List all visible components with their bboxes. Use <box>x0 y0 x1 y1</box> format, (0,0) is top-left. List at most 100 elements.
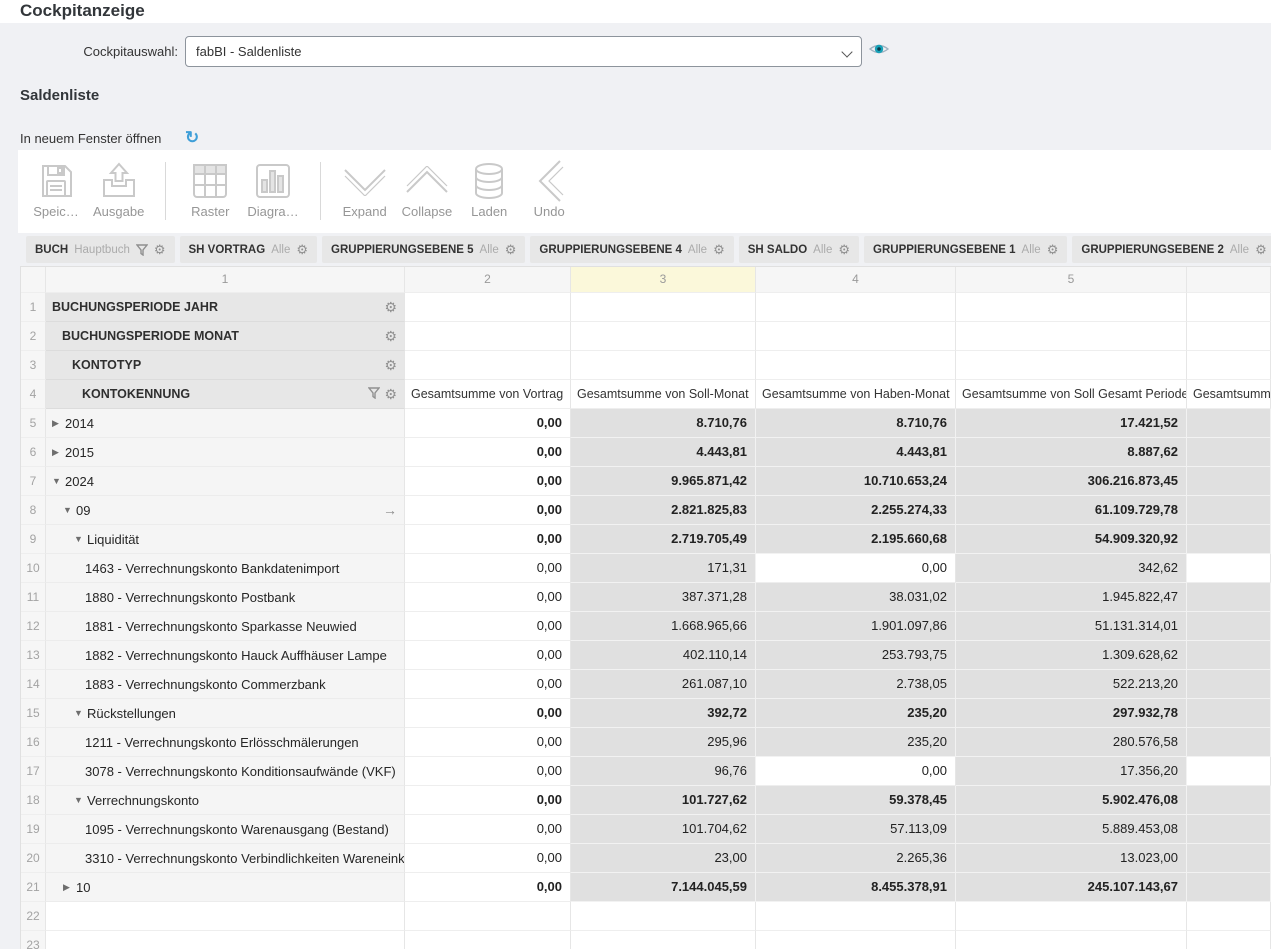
row-number[interactable]: 11 <box>21 583 46 612</box>
row-number[interactable]: 8 <box>21 496 46 525</box>
value-cell[interactable] <box>1187 641 1271 670</box>
value-cell[interactable]: 1.668.965,66 <box>571 612 756 641</box>
value-cell[interactable] <box>1187 438 1271 467</box>
collapse-toggle-icon[interactable]: ▼ <box>74 795 87 805</box>
filter-chip-gruppierungsebene-5[interactable]: GRUPPIERUNGSEBENE 5 Alle ⚙ <box>322 236 525 263</box>
column-number-header[interactable]: 2 <box>405 267 571 293</box>
value-cell[interactable] <box>1187 670 1271 699</box>
row-label-cell[interactable]: 1880 - Verrechnungskonto Postbank <box>46 583 405 612</box>
collapse-toggle-icon[interactable]: ▼ <box>74 708 87 718</box>
value-cell[interactable]: 101.727,62 <box>571 786 756 815</box>
value-cell[interactable]: 2.719.705,49 <box>571 525 756 554</box>
value-cell[interactable]: 9.965.871,42 <box>571 467 756 496</box>
toolbar-button-chart[interactable]: Diagra… <box>247 158 298 219</box>
value-cell[interactable]: 2.821.825,83 <box>571 496 756 525</box>
collapse-toggle-icon[interactable]: ▼ <box>52 476 65 486</box>
dimension-header-cell[interactable]: KONTOTYP⚙ <box>46 351 405 380</box>
collapse-toggle-icon[interactable]: ▼ <box>74 534 87 544</box>
value-cell[interactable]: 392,72 <box>571 699 756 728</box>
measure-header[interactable]: Gesamtsumme von Soll Gesamt Periode <box>956 380 1187 409</box>
value-cell[interactable]: 54.909.320,92 <box>956 525 1187 554</box>
value-cell[interactable] <box>1187 525 1271 554</box>
gear-icon[interactable]: ⚙ <box>838 243 850 256</box>
measure-header[interactable]: Gesamtsumme von Vortrag <box>405 380 571 409</box>
value-cell[interactable] <box>1187 844 1271 873</box>
value-cell[interactable]: 0,00 <box>405 583 571 612</box>
eye-icon[interactable] <box>868 41 890 62</box>
row-label-cell[interactable]: 1211 - Verrechnungskonto Erlösschmälerun… <box>46 728 405 757</box>
gear-icon[interactable]: ⚙ <box>384 358 397 372</box>
value-cell[interactable]: 0,00 <box>405 496 571 525</box>
row-number[interactable]: 13 <box>21 641 46 670</box>
row-label-cell[interactable]: ▼2024 <box>46 467 405 496</box>
row-label-cell[interactable]: 1883 - Verrechnungskonto Commerzbank <box>46 670 405 699</box>
value-cell[interactable] <box>1187 757 1271 786</box>
value-cell[interactable]: 0,00 <box>405 670 571 699</box>
value-cell[interactable]: 59.378,45 <box>756 786 956 815</box>
row-number[interactable]: 10 <box>21 554 46 583</box>
value-cell[interactable]: 253.793,75 <box>756 641 956 670</box>
row-label-cell[interactable]: ▼Rückstellungen <box>46 699 405 728</box>
value-cell[interactable]: 342,62 <box>956 554 1187 583</box>
value-cell[interactable]: 17.356,20 <box>956 757 1187 786</box>
dimension-header-cell[interactable]: BUCHUNGSPERIODE MONAT⚙ <box>46 322 405 351</box>
value-cell[interactable] <box>1187 815 1271 844</box>
value-cell[interactable] <box>1187 583 1271 612</box>
row-label-cell[interactable]: ▶2015 <box>46 438 405 467</box>
value-cell[interactable]: 23,00 <box>571 844 756 873</box>
refresh-icon[interactable]: ↻ <box>185 128 199 148</box>
row-label-cell[interactable]: 1882 - Verrechnungskonto Hauck Auffhäuse… <box>46 641 405 670</box>
gear-icon[interactable]: ⚙ <box>296 243 308 256</box>
column-number-header[interactable]: 5 <box>956 267 1187 293</box>
value-cell[interactable]: 0,00 <box>405 757 571 786</box>
row-label-cell[interactable]: ▶2014 <box>46 409 405 438</box>
collapse-toggle-icon[interactable]: ▼ <box>63 505 76 515</box>
gear-icon[interactable]: ⚙ <box>384 300 397 314</box>
value-cell[interactable]: 1.945.822,47 <box>956 583 1187 612</box>
value-cell[interactable]: 2.265,36 <box>756 844 956 873</box>
row-label-cell[interactable]: 1881 - Verrechnungskonto Sparkasse Neuwi… <box>46 612 405 641</box>
value-cell[interactable]: 280.576,58 <box>956 728 1187 757</box>
gear-icon[interactable]: ⚙ <box>505 243 517 256</box>
toolbar-button-save[interactable]: Speic… <box>33 158 79 219</box>
value-cell[interactable]: 96,76 <box>571 757 756 786</box>
dimension-header-cell[interactable]: BUCHUNGSPERIODE JAHR⚙ <box>46 293 405 322</box>
value-cell[interactable]: 522.213,20 <box>956 670 1187 699</box>
value-cell[interactable]: 0,00 <box>405 525 571 554</box>
expand-toggle-icon[interactable]: ▶ <box>52 447 65 458</box>
expand-toggle-icon[interactable]: ▶ <box>63 882 76 893</box>
value-cell[interactable]: 0,00 <box>405 815 571 844</box>
value-cell[interactable] <box>1187 612 1271 641</box>
value-cell[interactable]: 8.887,62 <box>956 438 1187 467</box>
value-cell[interactable]: 171,31 <box>571 554 756 583</box>
toolbar-button-load[interactable]: Laden <box>466 158 512 219</box>
value-cell[interactable]: 0,00 <box>405 844 571 873</box>
value-cell[interactable]: 0,00 <box>405 467 571 496</box>
value-cell[interactable]: 0,00 <box>405 554 571 583</box>
value-cell[interactable]: 0,00 <box>756 554 956 583</box>
value-cell[interactable]: 235,20 <box>756 699 956 728</box>
row-number[interactable]: 15 <box>21 699 46 728</box>
expand-toggle-icon[interactable]: ▶ <box>52 418 65 429</box>
row-number[interactable]: 22 <box>21 902 46 931</box>
value-cell[interactable]: 1.309.628,62 <box>956 641 1187 670</box>
value-cell[interactable]: 7.144.045,59 <box>571 873 756 902</box>
value-cell[interactable]: 0,00 <box>405 699 571 728</box>
row-number[interactable]: 21 <box>21 873 46 902</box>
row-number[interactable]: 23 <box>21 931 46 949</box>
filter-chip-sh-vortrag[interactable]: SH VORTRAG Alle ⚙ <box>180 236 318 263</box>
row-number[interactable]: 1 <box>21 293 46 322</box>
value-cell[interactable]: 235,20 <box>756 728 956 757</box>
value-cell[interactable]: 57.113,09 <box>756 815 956 844</box>
row-number[interactable]: 5 <box>21 409 46 438</box>
row-number[interactable]: 3 <box>21 351 46 380</box>
column-number-header[interactable] <box>1187 267 1271 293</box>
toolbar-button-grid[interactable]: Raster <box>187 158 233 219</box>
value-cell[interactable]: 0,00 <box>756 757 956 786</box>
value-cell[interactable]: 387.371,28 <box>571 583 756 612</box>
open-in-new-window-link[interactable]: In neuem Fenster öffnen ↻ <box>20 131 161 146</box>
value-cell[interactable]: 5.902.476,08 <box>956 786 1187 815</box>
dimension-header-cell[interactable]: KONTOKENNUNG⚙ <box>46 380 405 409</box>
value-cell[interactable] <box>1187 496 1271 525</box>
value-cell[interactable]: 0,00 <box>405 728 571 757</box>
